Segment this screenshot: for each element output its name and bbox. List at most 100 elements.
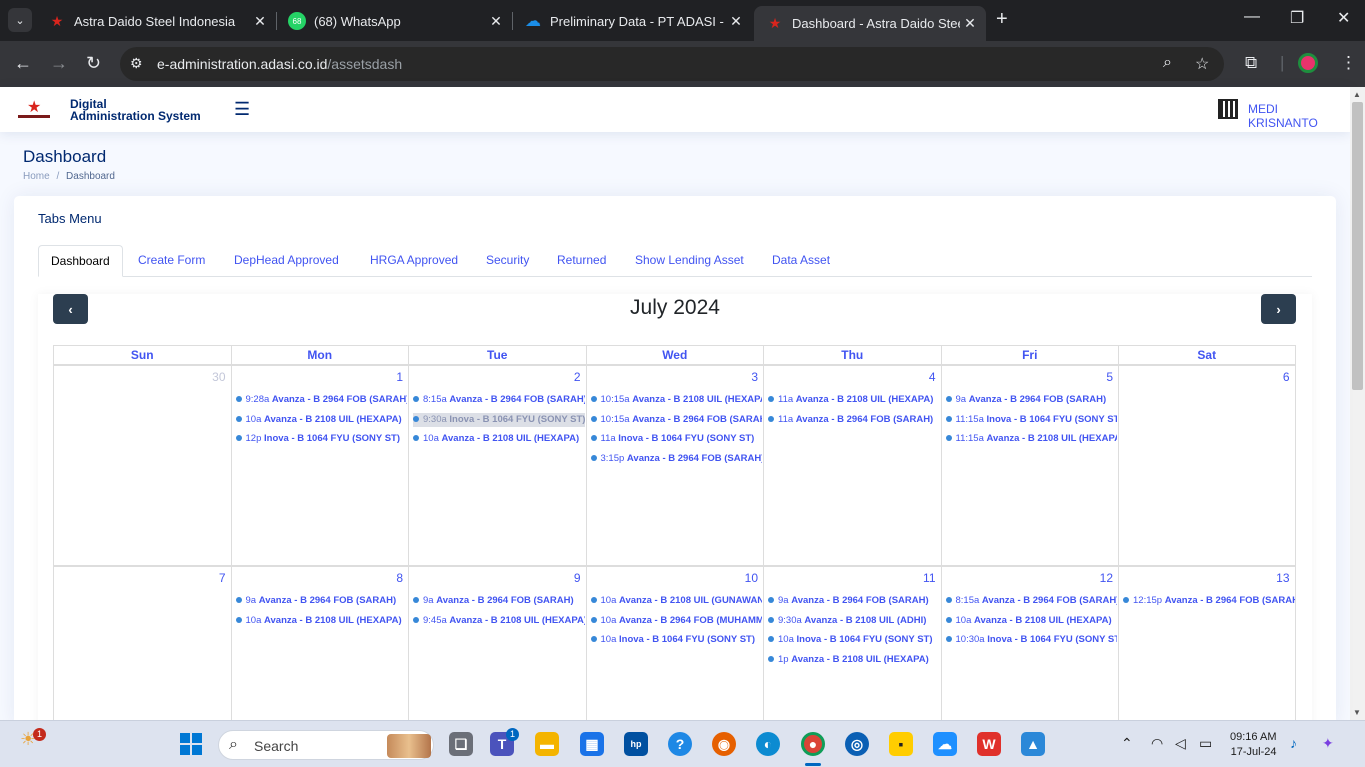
browser-tab-dashboard[interactable]: ★ Dashboard - Astra Daido Steel ✕	[754, 6, 986, 41]
calendar-event[interactable]: 10a Avanza - B 2108 UIL (HEXAPA)	[235, 614, 408, 628]
qr-code-icon[interactable]	[1218, 99, 1238, 119]
calendar-event[interactable]: 11a Avanza - B 2964 FOB (SARAH)	[768, 413, 940, 427]
wps-office-icon[interactable]: W	[977, 732, 1001, 756]
sticky-notes-icon[interactable]: ▪	[889, 732, 913, 756]
calendar-next-button[interactable]: ›	[1261, 294, 1296, 324]
calendar-day-cell[interactable]: 1 9:28a Avanza - B 2964 FOB (SARAH) 10a Av…	[230, 365, 408, 566]
close-window-icon[interactable]: ✕	[1337, 8, 1350, 28]
calendar-event[interactable]: 10a Avanza - B 2964 FOB (MUHAMMAD)	[590, 614, 762, 628]
calendar-event[interactable]: 11a Inova - B 1064 FYU (SONY ST)	[590, 432, 763, 446]
calendar-event[interactable]: 9a Avanza - B 2964 FOB (SARAH)	[768, 594, 940, 608]
calendar-event[interactable]: 3:15p Avanza - B 2964 FOB (SARAH)	[590, 452, 762, 466]
volume-icon[interactable]: ◁	[1175, 735, 1186, 752]
calendar-event[interactable]: 8:15a Avanza - B 2964 FOB (SARAH)	[945, 594, 1117, 608]
edge-icon[interactable]: ◐	[756, 732, 780, 756]
calendar-event[interactable]: 8:15a Avanza - B 2964 FOB (SARAH)	[413, 393, 585, 407]
tab-hrga-approved[interactable]: HRGA Approved	[358, 245, 470, 277]
wifi-icon[interactable]: ◠	[1151, 735, 1163, 752]
chrome-icon[interactable]: ●	[801, 732, 825, 756]
browser-tab-whatsapp[interactable]: 68 (68) WhatsApp ✕	[276, 6, 512, 36]
restore-icon[interactable]: ❐	[1290, 8, 1304, 28]
hamburger-menu-icon[interactable]: ☰	[234, 99, 250, 120]
browser-menu-icon[interactable]: ⋮	[1340, 53, 1357, 73]
day-number[interactable]: 7	[219, 571, 226, 585]
copilot-icon[interactable]: ✦	[1322, 735, 1334, 752]
tab-returned[interactable]: Returned	[545, 245, 618, 277]
page-scrollbar[interactable]: ▲ ▼	[1350, 87, 1365, 720]
tab-show-lending-asset[interactable]: Show Lending Asset	[623, 245, 756, 277]
calendar-event[interactable]: 9a Avanza - B 2964 FOB (SARAH)	[945, 393, 1118, 407]
day-number[interactable]: 8	[396, 571, 403, 585]
calendar-event[interactable]: 9a Avanza - B 2964 FOB (SARAH)	[413, 594, 585, 608]
taskbar-search[interactable]: ⌕ Search	[218, 730, 434, 760]
tab-security[interactable]: Security	[474, 245, 541, 277]
browser-tab-onedrive[interactable]: ☁ Preliminary Data - PT ADASI - O ✕	[512, 6, 752, 36]
close-tab-icon[interactable]: ✕	[250, 13, 270, 30]
new-tab-icon[interactable]: +	[996, 8, 1008, 31]
day-number[interactable]: 4	[929, 370, 936, 384]
minimize-icon[interactable]: —	[1244, 8, 1260, 26]
calendar-event[interactable]: 1p Avanza - B 2108 UIL (HEXAPA)	[768, 653, 940, 667]
tab-data-asset[interactable]: Data Asset	[760, 245, 842, 277]
calendar-event[interactable]: 10a Avanza - B 2108 UIL (GUNAWAN)	[590, 594, 762, 608]
calendar-event[interactable]: 11a Avanza - B 2108 UIL (HEXAPA)	[768, 393, 940, 407]
battery-icon[interactable]: ▭	[1199, 735, 1212, 752]
microsoft-store-icon[interactable]: ▦	[580, 732, 604, 756]
calendar-event[interactable]: 10:15a Avanza - B 2108 UIL (HEXAPA)	[590, 393, 762, 407]
calendar-event[interactable]: 9:45a Avanza - B 2108 UIL (HEXAPA)	[413, 614, 585, 628]
browser-tab-adasi[interactable]: ★ Astra Daido Steel Indonesia ✕	[36, 6, 276, 36]
user-name[interactable]: MEDI KRISNANTO	[1248, 102, 1350, 130]
scroll-down-arrow-icon[interactable]: ▼	[1353, 708, 1361, 717]
task-view-icon[interactable]: ❏	[449, 732, 473, 756]
calendar-event[interactable]: 10:30a Inova - B 1064 FYU (SONY ST)	[945, 633, 1117, 647]
day-number[interactable]: 12	[1100, 571, 1113, 585]
address-bar[interactable]: ⚙ e-administration.adasi.co.id/assetsdas…	[120, 47, 1224, 81]
day-number[interactable]: 5	[1106, 370, 1113, 384]
day-number[interactable]: 1	[396, 370, 403, 384]
tab-dephead-approved[interactable]: DepHead Approved	[222, 245, 351, 277]
calendar-event[interactable]: 12:15p Avanza - B 2964 FOB (SARAH)	[1123, 594, 1295, 608]
calendar-event[interactable]: 9:28a Avanza - B 2964 FOB (SARAH)	[235, 393, 407, 407]
calendar-event[interactable]: 10a Inova - B 1064 FYU (SONY ST)	[768, 633, 940, 647]
calendar-event[interactable]: 12p Inova - B 1064 FYU (SONY ST)	[235, 432, 408, 446]
breadcrumb-home[interactable]: Home	[23, 171, 50, 182]
close-tab-icon[interactable]: ✕	[726, 13, 746, 30]
bookmark-star-icon[interactable]: ☆	[1195, 54, 1209, 74]
scroll-up-arrow-icon[interactable]: ▲	[1353, 90, 1361, 99]
company-logo[interactable]: ★	[18, 99, 50, 119]
calendar-event[interactable]: 11:15a Avanza - B 2108 UIL (HEXAPA)	[945, 432, 1117, 446]
day-number[interactable]: 13	[1276, 571, 1289, 585]
day-number[interactable]: 3	[751, 370, 758, 384]
tab-create-form[interactable]: Create Form	[126, 245, 217, 277]
calendar-event[interactable]: 10a Avanza - B 2108 UIL (HEXAPA)	[413, 432, 585, 446]
calendar-event[interactable]: 10:15a Avanza - B 2964 FOB (SARAH)	[590, 413, 762, 427]
day-number[interactable]: 9	[574, 571, 581, 585]
calendar-day-cell[interactable]: 5 9a Avanza - B 2964 FOB (SARAH) 11:15a In…	[940, 365, 1118, 566]
calendar-event[interactable]: 9:30a Inova - B 1064 FYU (SONY ST)	[413, 412, 585, 427]
calendar-event[interactable]: 9a Avanza - B 2964 FOB (SARAH)	[235, 594, 408, 608]
tab-search-button[interactable]: ⌄	[8, 8, 32, 32]
firefox-icon[interactable]: ◉	[712, 732, 736, 756]
outlook-icon[interactable]: ◎	[845, 732, 869, 756]
calendar-day-cell[interactable]: 2 8:15a Avanza - B 2964 FOB (SARAH) 9:30a …	[408, 365, 586, 566]
day-number[interactable]: 10	[745, 571, 758, 585]
calendar-event[interactable]: 11:15a Inova - B 1064 FYU (SONY ST)	[945, 413, 1117, 427]
myhp-icon[interactable]: hp	[624, 732, 648, 756]
notification-bell-icon[interactable]: ♪	[1290, 735, 1297, 751]
forward-arrow-icon[interactable]: →	[50, 53, 68, 74]
day-number[interactable]: 11	[923, 571, 935, 585]
url-text[interactable]: e-administration.adasi.co.id/assetsdash	[157, 56, 402, 72]
zoom-icon[interactable]: ⌕	[1163, 54, 1172, 72]
calendar-event[interactable]: 10a Avanza - B 2108 UIL (HEXAPA)	[945, 614, 1118, 628]
app-brand[interactable]: Digital Administration System	[70, 98, 201, 122]
calendar-day-cell[interactable]: 6	[1118, 365, 1296, 566]
extensions-icon[interactable]: ⧉	[1245, 53, 1257, 73]
reload-icon[interactable]: ↻	[86, 53, 101, 74]
site-info-icon[interactable]: ⚙	[130, 55, 143, 72]
scrollbar-thumb[interactable]	[1352, 102, 1363, 390]
calendar-event[interactable]: 9:30a Avanza - B 2108 UIL (ADHI)	[768, 614, 940, 628]
day-number[interactable]: 30	[212, 370, 225, 384]
calendar-day-cell[interactable]: 30	[53, 365, 231, 566]
photos-icon[interactable]: ▲	[1021, 732, 1045, 756]
day-number[interactable]: 2	[574, 370, 581, 384]
